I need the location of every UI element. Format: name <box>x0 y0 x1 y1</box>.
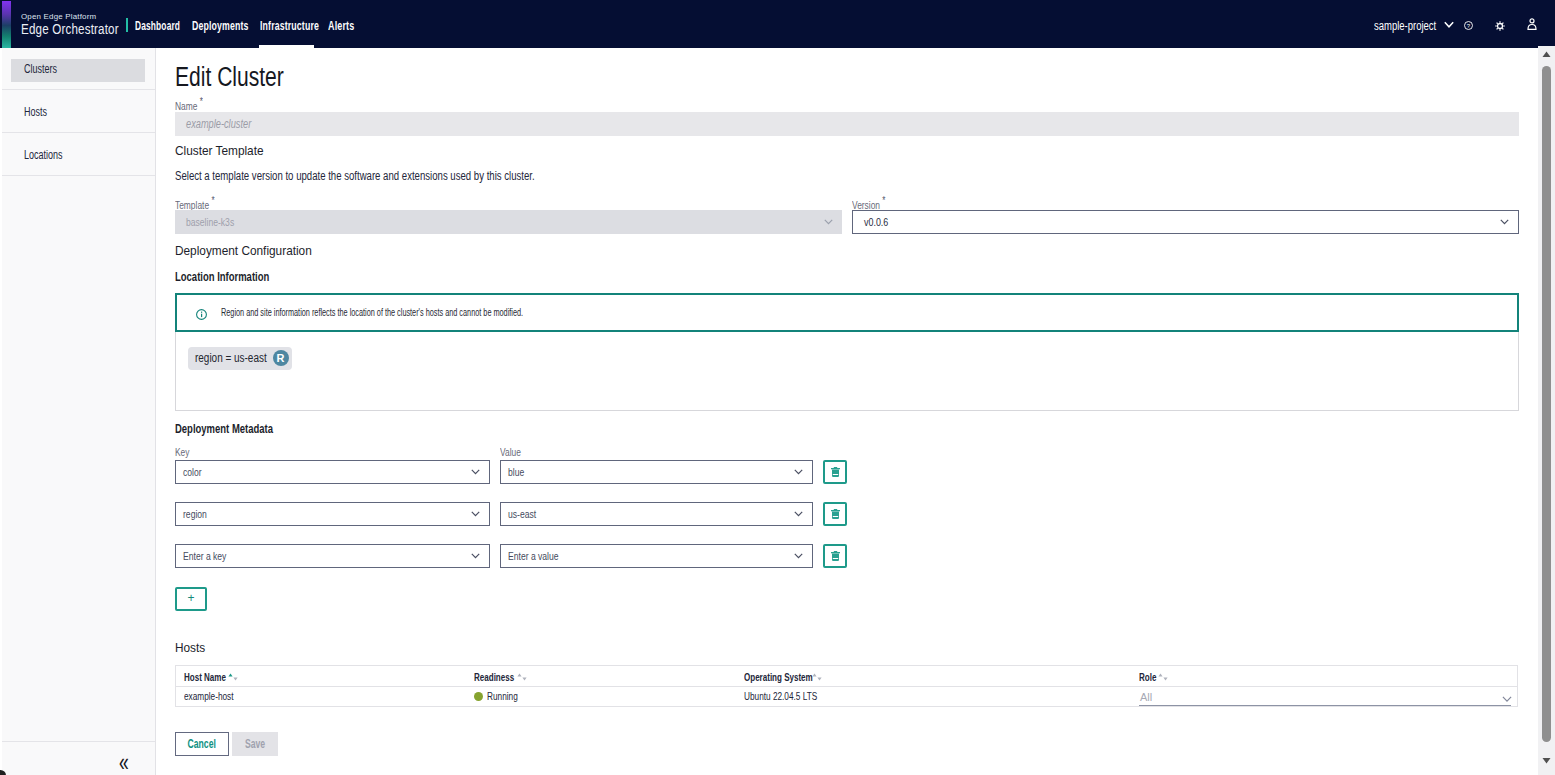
svg-text:?: ? <box>1467 22 1471 28</box>
